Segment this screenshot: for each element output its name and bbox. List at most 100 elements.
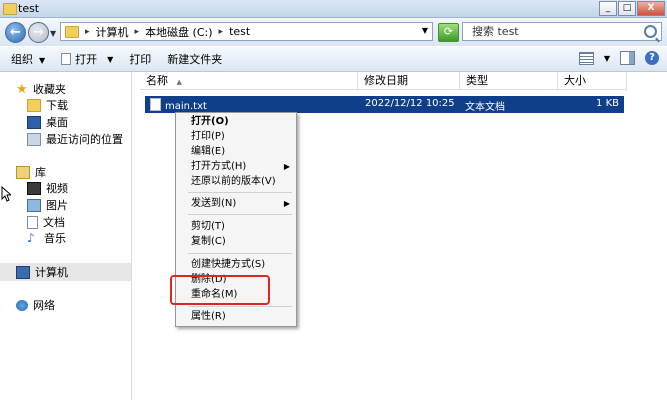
sidebar-label: 音乐 bbox=[44, 232, 66, 245]
column-label: 名称 bbox=[146, 74, 168, 87]
view-controls: ▼ ? bbox=[578, 51, 659, 65]
menu-item-send-to[interactable]: 发送到(N) bbox=[191, 197, 236, 211]
maximize-button[interactable]: □ bbox=[618, 1, 636, 16]
menu-item-print[interactable]: 打印(P) bbox=[191, 130, 225, 144]
sidebar-item-favorites[interactable]: ★ 收藏夹 bbox=[16, 81, 66, 97]
help-icon[interactable]: ? bbox=[645, 51, 659, 65]
view-options-icon[interactable] bbox=[578, 51, 594, 65]
command-bar: 组织 ▼ 打开 ▼ 打印 新建文件夹 ▼ ? bbox=[0, 47, 667, 72]
submenu-arrow-icon: ▶ bbox=[283, 199, 290, 208]
recent-pages-dropdown[interactable]: ▼ bbox=[50, 29, 56, 38]
open-label: 打开 bbox=[75, 53, 98, 66]
menu-separator bbox=[188, 214, 292, 215]
sidebar-label: 库 bbox=[35, 166, 46, 179]
menu-item-copy[interactable]: 复制(C) bbox=[191, 235, 226, 249]
address-dropdown[interactable]: ▼ bbox=[422, 26, 428, 35]
document-icon bbox=[61, 53, 72, 65]
sidebar-label: 收藏夹 bbox=[33, 83, 66, 96]
sidebar-label: 最近访问的位置 bbox=[46, 133, 123, 146]
breadcrumb-separator: ▸ bbox=[218, 26, 224, 37]
column-header-modified[interactable]: 修改日期 bbox=[358, 72, 460, 89]
music-icon: ♪ bbox=[27, 230, 35, 245]
folder-icon bbox=[3, 3, 17, 15]
sidebar-item-recent-places[interactable]: 最近访问的位置 bbox=[27, 131, 123, 147]
library-icon bbox=[16, 165, 30, 179]
mouse-cursor-icon bbox=[1, 186, 13, 202]
breadcrumb-separator: ▸ bbox=[134, 26, 140, 37]
sort-ascending-icon: ▲ bbox=[176, 78, 182, 86]
minimize-button[interactable]: _ bbox=[599, 1, 617, 16]
sidebar-label: 文档 bbox=[43, 216, 65, 229]
file-type-cell: 文本文档 bbox=[465, 102, 505, 113]
cursor-arrow-icon bbox=[1, 186, 11, 202]
search-input[interactable]: 搜索 test bbox=[462, 22, 662, 41]
back-button[interactable]: ← bbox=[5, 22, 26, 43]
organize-button[interactable]: 组织 ▼ bbox=[0, 51, 53, 67]
sidebar-item-computer[interactable]: 计算机 bbox=[16, 264, 68, 280]
organize-label: 组织 bbox=[11, 53, 33, 66]
file-name-cell[interactable]: main.txt bbox=[150, 98, 207, 112]
picture-icon bbox=[27, 198, 41, 212]
title-bar: test _ □ X bbox=[0, 0, 667, 18]
menu-separator bbox=[188, 192, 292, 193]
column-header-type[interactable]: 类型 bbox=[460, 72, 558, 89]
menu-item-create-shortcut[interactable]: 创建快捷方式(S) bbox=[191, 258, 265, 272]
preview-pane-icon[interactable] bbox=[620, 51, 635, 65]
download-folder-icon bbox=[27, 98, 41, 112]
search-icon[interactable] bbox=[644, 25, 657, 38]
window-title: test bbox=[18, 2, 40, 15]
column-header-name[interactable]: 名称 ▲ bbox=[140, 72, 358, 89]
column-header-size[interactable]: 大小 bbox=[558, 72, 627, 89]
sidebar-label: 计算机 bbox=[35, 266, 68, 279]
menu-item-restore-previous-versions[interactable]: 还原以前的版本(V) bbox=[191, 175, 276, 189]
sidebar-label: 桌面 bbox=[46, 116, 68, 129]
sidebar-item-network[interactable]: 网络 bbox=[16, 297, 55, 313]
menu-item-properties[interactable]: 属性(R) bbox=[191, 310, 226, 324]
menu-item-edit[interactable]: 编辑(E) bbox=[191, 145, 225, 159]
sidebar-item-music[interactable]: ♪ 音乐 bbox=[27, 230, 66, 246]
sidebar-item-documents[interactable]: 文档 bbox=[27, 214, 65, 230]
breadcrumb-separator: ▸ bbox=[85, 26, 90, 37]
video-icon bbox=[27, 181, 41, 195]
text-file-icon bbox=[150, 98, 161, 111]
forward-button[interactable]: → bbox=[28, 22, 49, 43]
menu-separator bbox=[188, 253, 292, 254]
chevron-down-icon: ▼ bbox=[39, 56, 46, 65]
search-placeholder: 搜索 test bbox=[472, 25, 519, 38]
submenu-arrow-icon: ▶ bbox=[283, 162, 290, 171]
document-icon bbox=[27, 215, 38, 229]
breadcrumb-computer[interactable]: 计算机 bbox=[96, 24, 129, 40]
close-button[interactable]: X bbox=[637, 1, 665, 16]
sidebar-label: 网络 bbox=[33, 299, 55, 312]
menu-item-open-with[interactable]: 打开方式(H) bbox=[191, 160, 246, 174]
breadcrumb-test[interactable]: test bbox=[229, 25, 250, 38]
window-controls: _ □ X bbox=[599, 1, 665, 16]
menu-separator bbox=[188, 306, 292, 307]
print-button[interactable]: 打印 bbox=[121, 51, 159, 67]
file-modified-cell: 2022/12/12 10:25 bbox=[365, 98, 455, 109]
menu-item-cut[interactable]: 剪切(T) bbox=[191, 220, 225, 234]
sidebar-item-desktop[interactable]: 桌面 bbox=[27, 114, 68, 130]
chevron-down-icon: ▼ bbox=[107, 54, 114, 64]
sidebar-item-libraries[interactable]: 库 bbox=[16, 164, 46, 180]
sidebar-item-downloads[interactable]: 下载 bbox=[27, 97, 68, 113]
file-name: main.txt bbox=[165, 101, 207, 112]
sidebar-item-videos[interactable]: 视频 bbox=[27, 180, 68, 196]
recent-places-icon bbox=[27, 132, 41, 146]
chevron-down-icon[interactable]: ▼ bbox=[604, 54, 610, 63]
star-icon: ★ bbox=[16, 81, 28, 97]
network-icon bbox=[16, 299, 28, 311]
address-bar[interactable]: ▸ 计算机 ▸ 本地磁盘 (C:) ▸ test ▼ bbox=[60, 22, 433, 41]
column-header-row: 名称 ▲ 修改日期 类型 大小 bbox=[140, 72, 627, 90]
breadcrumb-local-disk[interactable]: 本地磁盘 (C:) bbox=[145, 24, 212, 40]
refresh-button[interactable]: ⟳ bbox=[438, 23, 459, 42]
sidebar-label: 视频 bbox=[46, 182, 68, 195]
menu-item-open[interactable]: 打开(O) bbox=[191, 115, 229, 129]
open-button[interactable]: 打开 ▼ bbox=[53, 51, 121, 67]
sidebar-label: 图片 bbox=[46, 199, 68, 212]
sidebar-item-pictures[interactable]: 图片 bbox=[27, 197, 68, 213]
navigation-pane: ★ 收藏夹 下载 桌面 最近访问的位置 库 视频 图片 文档 ♪ 音乐 计算机 … bbox=[0, 72, 132, 400]
new-folder-button[interactable]: 新建文件夹 bbox=[159, 51, 230, 67]
table-row[interactable]: main.txt 2022/12/12 10:25 文本文档 1 KB bbox=[145, 96, 624, 113]
rename-highlight-annotation bbox=[170, 275, 270, 305]
